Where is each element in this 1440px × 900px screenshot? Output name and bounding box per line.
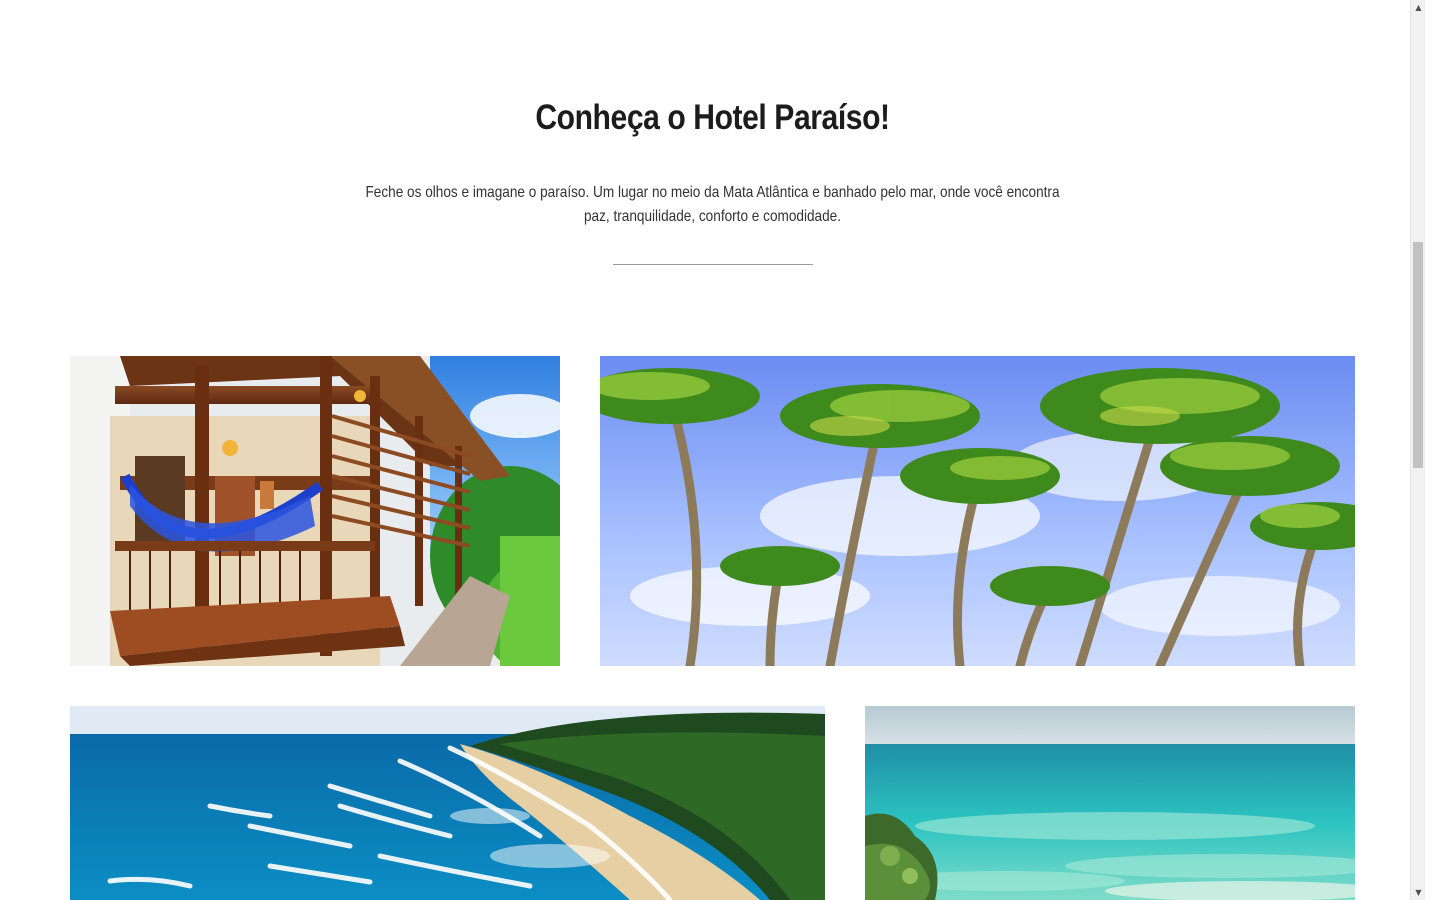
scrollbar-thumb[interactable] — [1413, 242, 1423, 468]
page: Conheça o Hotel Paraíso! Feche os olhos … — [0, 0, 1425, 900]
triangle-up-icon[interactable]: ▲ — [1411, 0, 1425, 15]
palm-trees-sky-photo[interactable] — [600, 356, 1355, 666]
section-title: Conheça o Hotel Paraíso! — [535, 98, 890, 137]
beach-coastline-photo[interactable] — [70, 706, 825, 900]
page-scrollbar[interactable]: ▲ ▼ — [1410, 0, 1425, 900]
section-divider — [613, 264, 813, 265]
section-intro: Feche os olhos e imagane o paraíso. Um l… — [365, 184, 1060, 225]
hotel-veranda-hammocks-photo[interactable] — [70, 356, 560, 666]
turquoise-sea-photo[interactable] — [865, 706, 1355, 900]
triangle-down-icon[interactable]: ▼ — [1411, 885, 1425, 900]
